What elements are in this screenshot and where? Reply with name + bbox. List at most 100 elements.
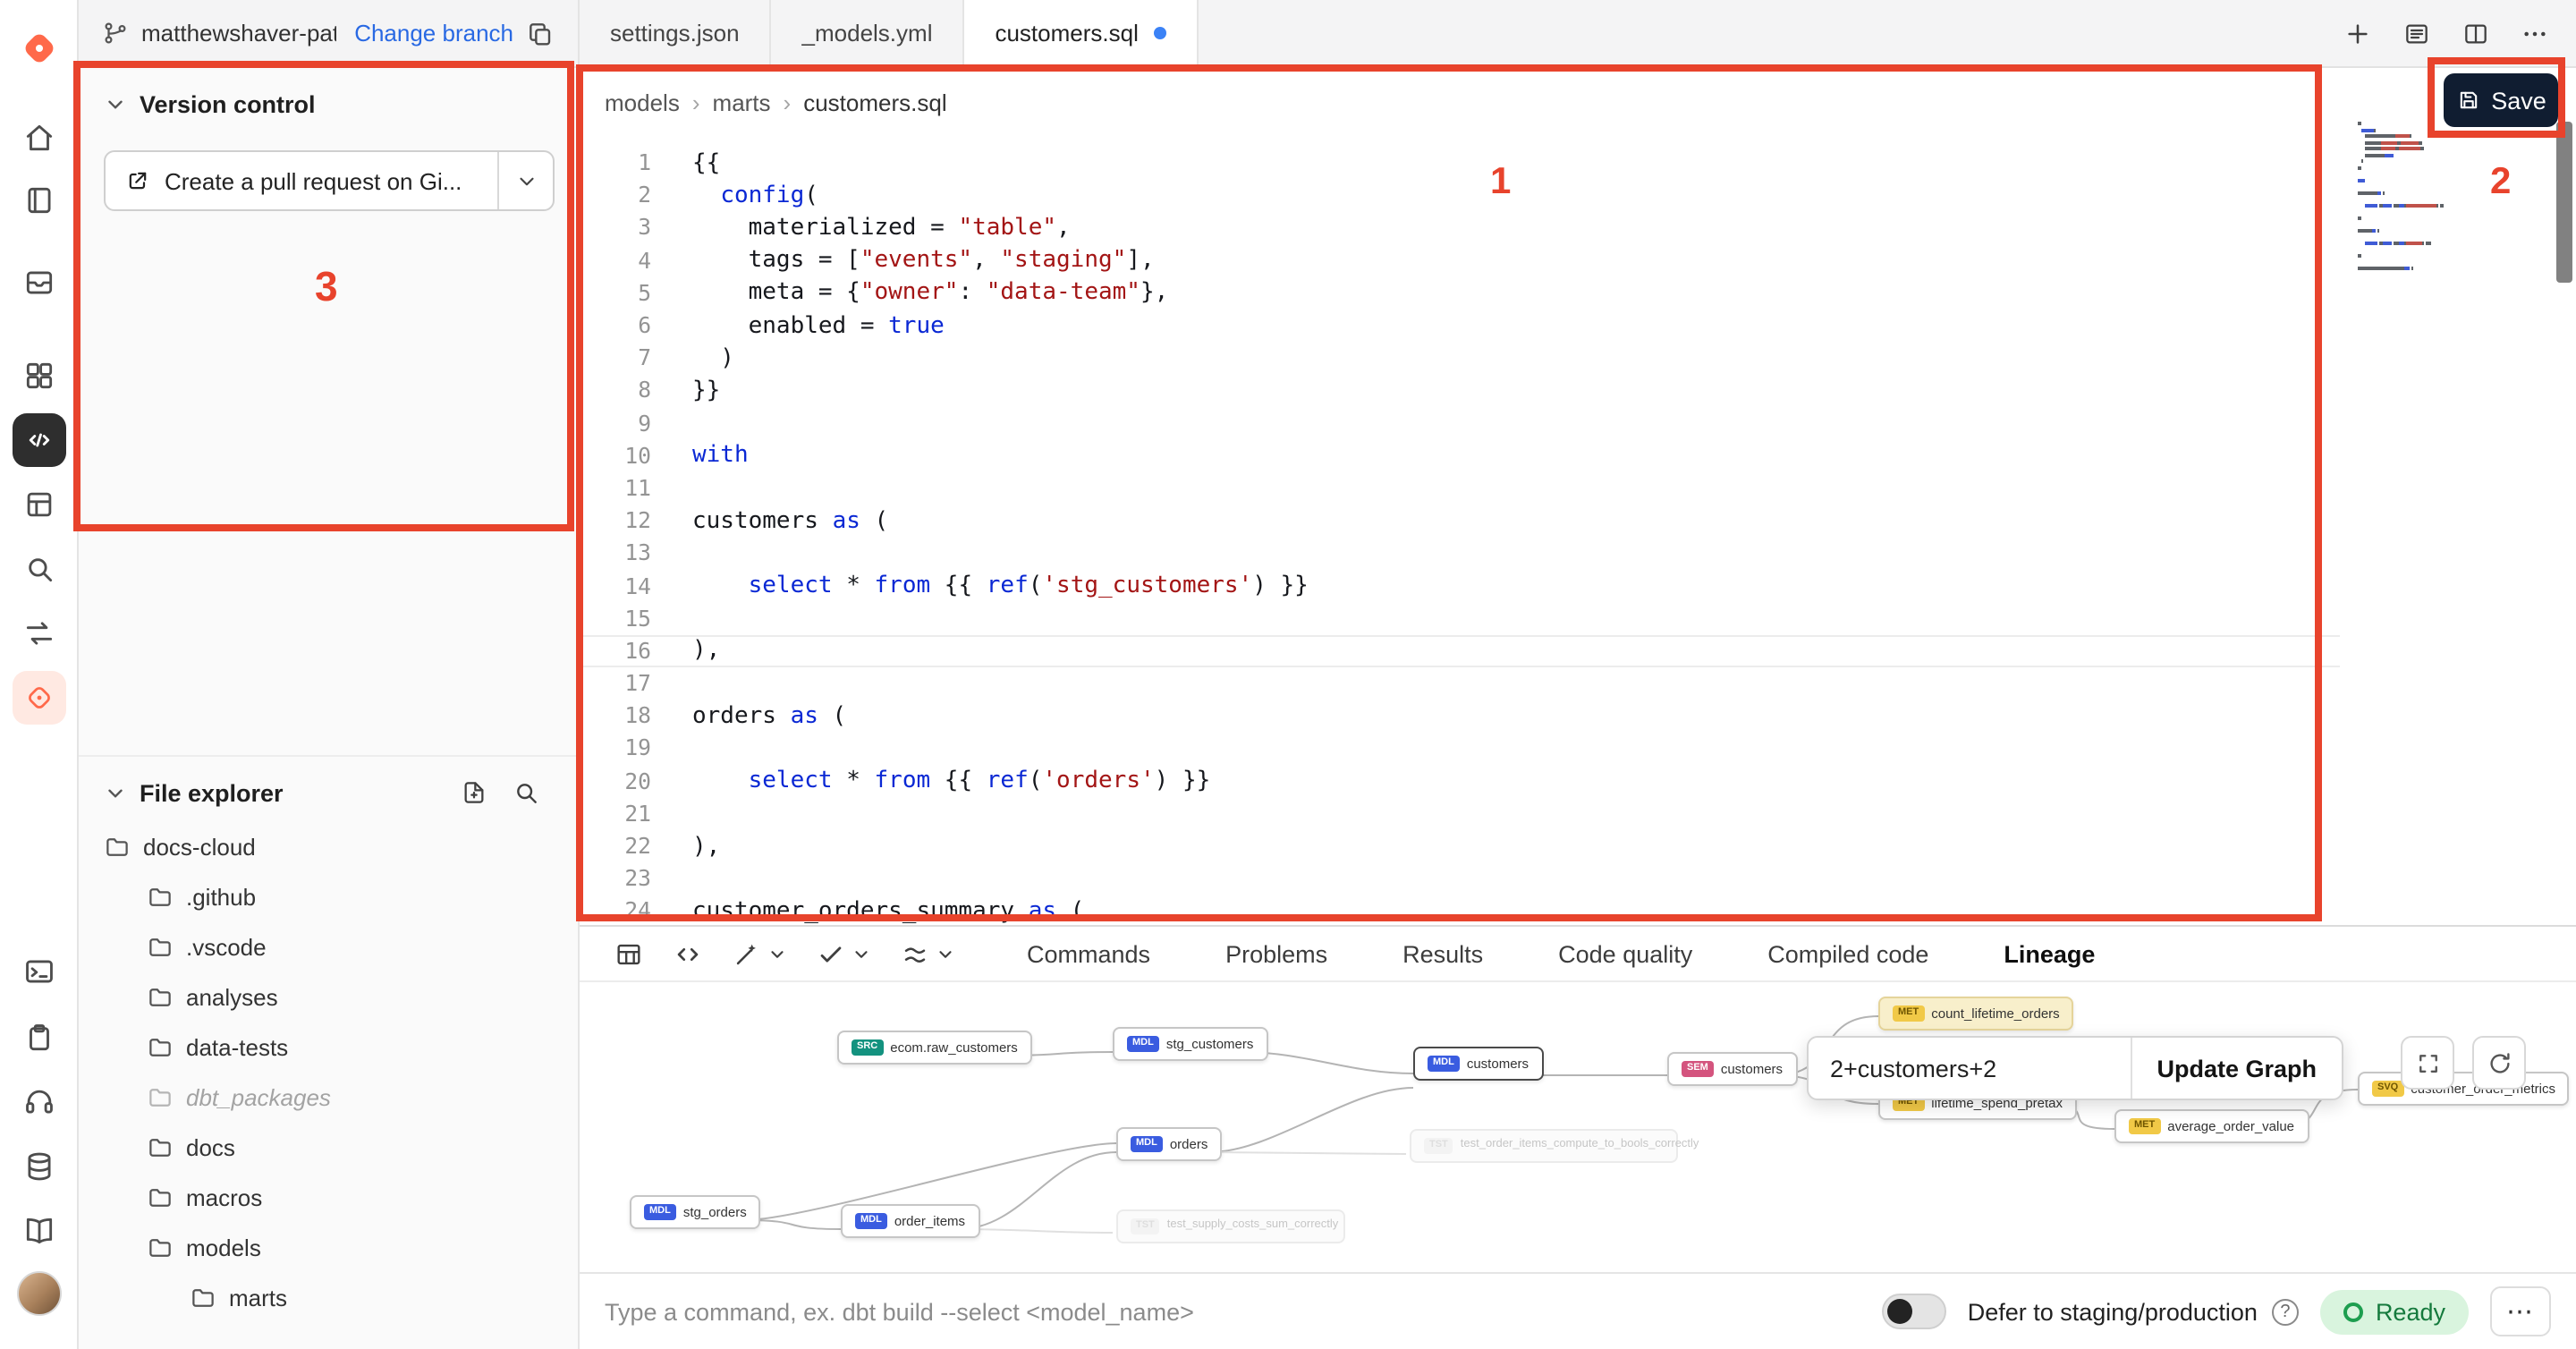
defer-toggle[interactable] <box>1882 1294 1946 1329</box>
terminal-icon[interactable] <box>21 954 55 988</box>
bottom-tab-problems[interactable]: Problems <box>1225 940 1327 967</box>
code-line[interactable]: 24customer_orders_summary as ( <box>580 895 2340 925</box>
code-line[interactable]: 17 <box>580 667 2340 700</box>
dbt-logo-icon[interactable] <box>18 28 59 69</box>
breadcrumb-item[interactable]: marts <box>713 89 771 116</box>
new-tab-icon[interactable] <box>2343 19 2372 47</box>
tree-item-marts[interactable]: marts <box>79 1272 578 1322</box>
breadcrumb-item[interactable]: models <box>605 89 680 116</box>
lineage-node-test-order-items-compute-to-bools-correctly[interactable]: TSTtest_order_items_compute_to_bools_cor… <box>1410 1129 1678 1162</box>
ai-fix-wand-icon[interactable] <box>732 938 762 969</box>
lineage-node-orders[interactable]: MDLorders <box>1116 1127 1222 1161</box>
lineage-graph[interactable]: Update Graph SRCecom.raw_customersMDLstg… <box>580 982 2576 1272</box>
panel-list-icon[interactable] <box>2402 19 2431 47</box>
database-icon[interactable] <box>21 1150 55 1184</box>
results-table-icon[interactable] <box>614 938 644 969</box>
lint-squiggle-icon[interactable] <box>900 938 930 969</box>
split-view-icon[interactable] <box>2462 19 2490 47</box>
tree-item-analyses[interactable]: analyses <box>79 971 578 1022</box>
code-line[interactable]: 21 <box>580 798 2340 830</box>
code-line[interactable]: 5 meta = {"owner": "data-team"}, <box>580 277 2340 310</box>
refresh-graph-button[interactable] <box>2472 1036 2526 1090</box>
scrollbar[interactable] <box>2553 68 2576 925</box>
file-explorer-header[interactable]: File explorer <box>79 757 578 821</box>
new-file-icon[interactable] <box>460 778 488 807</box>
more-options-icon[interactable] <box>2521 19 2549 47</box>
code-line[interactable]: 15 <box>580 602 2340 634</box>
code-line[interactable]: 9 <box>580 407 2340 439</box>
command-more-button[interactable]: ⋯ <box>2490 1286 2551 1336</box>
tree-item-dbt-packages[interactable]: dbt_packages <box>79 1072 578 1122</box>
dbt-orange-icon[interactable] <box>12 671 65 725</box>
tree-item-github[interactable]: .github <box>79 871 578 921</box>
bottom-tab-code-quality[interactable]: Code quality <box>1558 940 1692 967</box>
tree-item-macros[interactable]: macros <box>79 1172 578 1222</box>
code-line[interactable]: 19 <box>580 733 2340 765</box>
bottom-tab-lineage[interactable]: Lineage <box>2004 940 2095 967</box>
code-line[interactable]: 23 <box>580 862 2340 895</box>
code-line[interactable]: 2 config( <box>580 179 2340 211</box>
lineage-node-customers[interactable]: MDLcustomers <box>1413 1047 1543 1081</box>
minimap[interactable] <box>2358 122 2544 272</box>
headset-icon[interactable] <box>21 1085 55 1119</box>
bottom-tab-results[interactable]: Results <box>1402 940 1483 967</box>
code-line[interactable]: 7 ) <box>580 342 2340 374</box>
command-input[interactable] <box>605 1298 1860 1325</box>
tab-settings-json[interactable]: settings.json <box>580 0 772 66</box>
lineage-node-stg-orders[interactable]: MDLstg_orders <box>630 1195 761 1229</box>
bottom-tab-compiled-code[interactable]: Compiled code <box>1767 940 1928 967</box>
tree-item-vscode[interactable]: .vscode <box>79 921 578 971</box>
archive-icon[interactable] <box>21 266 55 300</box>
lineage-node-count-lifetime-orders[interactable]: METcount_lifetime_orders <box>1878 997 2074 1031</box>
book-icon[interactable] <box>21 1214 55 1248</box>
grid-icon[interactable] <box>21 359 55 393</box>
code-line[interactable]: 14 select * from {{ ref('stg_customers')… <box>580 570 2340 602</box>
home-icon[interactable] <box>21 121 55 155</box>
lineage-node-stg-customers[interactable]: MDLstg_customers <box>1113 1027 1267 1061</box>
notebook-icon[interactable] <box>21 183 55 217</box>
code-line[interactable]: 18orders as ( <box>580 700 2340 732</box>
code-preview-icon[interactable] <box>673 938 703 969</box>
code-line[interactable]: 10with <box>580 439 2340 471</box>
code-line[interactable]: 20 select * from {{ ref('orders') }} <box>580 765 2340 797</box>
chevron-down-icon[interactable] <box>767 944 787 963</box>
code-line[interactable]: 1{{ <box>580 147 2340 179</box>
search-files-icon[interactable] <box>512 778 540 807</box>
change-branch-link[interactable]: Change branch <box>354 20 513 47</box>
tree-item-docs[interactable]: docs <box>79 1122 578 1172</box>
chevron-down-icon[interactable] <box>852 944 871 963</box>
lineage-node-test-supply-costs-sum-correctly[interactable]: TSTtest_supply_costs_sum_correctly <box>1116 1209 1345 1243</box>
code-line[interactable]: 12customers as ( <box>580 505 2340 537</box>
code-line[interactable]: 11 <box>580 472 2340 505</box>
swap-icon[interactable] <box>21 616 55 650</box>
code-line[interactable]: 8}} <box>580 375 2340 407</box>
breadcrumb-item[interactable]: customers.sql <box>803 89 946 116</box>
lineage-node-customers[interactable]: SEMcustomers <box>1667 1052 1797 1086</box>
code-line[interactable]: 13 <box>580 538 2340 570</box>
magnifier-icon[interactable] <box>21 552 55 586</box>
fullscreen-button[interactable] <box>2401 1036 2454 1090</box>
pr-dropdown-button[interactable] <box>499 152 553 209</box>
tree-item-models[interactable]: models <box>79 1222 578 1272</box>
save-button[interactable]: Save <box>2444 73 2558 127</box>
bottom-tab-commands[interactable]: Commands <box>1027 940 1150 967</box>
tab-customers-sql[interactable]: customers.sql <box>964 0 1199 66</box>
version-control-header[interactable]: Version control <box>79 68 578 134</box>
chevron-down-icon[interactable] <box>936 944 955 963</box>
tree-item-data-tests[interactable]: data-tests <box>79 1022 578 1072</box>
lineage-node-order-items[interactable]: MDLorder_items <box>841 1204 979 1238</box>
code-line[interactable]: 3 materialized = "table", <box>580 212 2340 244</box>
tab-models-yml[interactable]: _models.yml <box>772 0 965 66</box>
lineage-node-ecom-raw-customers[interactable]: SRCecom.raw_customers <box>837 1031 1032 1065</box>
code-line[interactable]: 4 tags = ["events", "staging"], <box>580 244 2340 276</box>
code-line[interactable]: 6 enabled = true <box>580 310 2340 342</box>
help-icon[interactable]: ? <box>2272 1298 2299 1325</box>
code-editor-icon[interactable] <box>12 413 65 467</box>
lineage-node-customer-order-metrics[interactable]: SVQcustomer_order_metrics <box>2358 1072 2570 1106</box>
copy-branch-icon[interactable] <box>526 19 555 47</box>
format-check-icon[interactable] <box>816 938 846 969</box>
create-pr-button[interactable]: Create a pull request on Gi... <box>106 152 497 209</box>
scrollbar-thumb[interactable] <box>2556 122 2572 283</box>
code-area[interactable]: 1{{2 config(3 materialized = "table",4 t… <box>580 147 2340 925</box>
window-icon[interactable] <box>21 488 55 522</box>
